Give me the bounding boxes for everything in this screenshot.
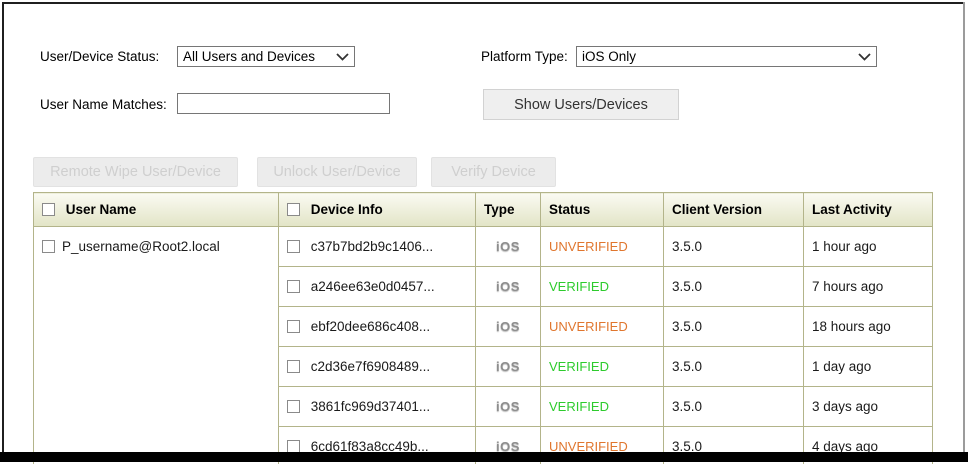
- device-row: P_username@Root2.local c37b7bd2b9c1406..…: [34, 227, 933, 267]
- ios-icon: iOS: [496, 279, 520, 294]
- device-type-cell: iOS: [476, 267, 541, 307]
- device-status-cell: UNVERIFIED: [541, 227, 664, 267]
- user-checkbox[interactable]: [42, 240, 55, 253]
- user-name: P_username@Root2.local: [62, 239, 220, 254]
- column-header-user-name: User Name: [34, 193, 279, 227]
- select-all-devices-checkbox[interactable]: [287, 203, 300, 216]
- device-id: 3861fc969d37401...: [311, 399, 430, 414]
- platform-select-value: iOS Only: [582, 49, 636, 64]
- status-badge: VERIFIED: [549, 359, 609, 374]
- app-window: User/Device Status: All Users and Device…: [0, 0, 968, 464]
- status-filter-label: User/Device Status:: [40, 49, 159, 64]
- device-info-cell: c2d36e7f6908489...: [279, 347, 476, 387]
- status-badge: VERIFIED: [549, 279, 609, 294]
- status-select[interactable]: All Users and Devices: [177, 46, 355, 67]
- device-type-cell: iOS: [476, 227, 541, 267]
- device-checkbox[interactable]: [287, 360, 300, 373]
- verify-device-button[interactable]: Verify Device: [431, 157, 556, 187]
- device-info-cell: c37b7bd2b9c1406...: [279, 227, 476, 267]
- status-badge: UNVERIFIED: [549, 239, 628, 254]
- client-version-cell: 3.5.0: [664, 227, 804, 267]
- ios-icon: iOS: [496, 399, 520, 414]
- device-type-cell: iOS: [476, 347, 541, 387]
- chevron-down-icon: [858, 49, 871, 64]
- window-top-border: [2, 2, 964, 4]
- client-version-cell: 3.5.0: [664, 387, 804, 427]
- device-type-cell: iOS: [476, 387, 541, 427]
- device-info-cell: a246ee63e0d0457...: [279, 267, 476, 307]
- table-header-row: User Name Device Info Type Status Client…: [34, 193, 933, 227]
- status-badge: VERIFIED: [549, 399, 609, 414]
- platform-filter-label: Platform Type:: [481, 49, 568, 64]
- status-select-value: All Users and Devices: [183, 49, 315, 64]
- last-activity-cell: 1 day ago: [804, 347, 933, 387]
- device-checkbox[interactable]: [287, 280, 300, 293]
- device-type-cell: iOS: [476, 307, 541, 347]
- device-status-cell: VERIFIED: [541, 347, 664, 387]
- device-id: ebf20dee686c408...: [311, 319, 430, 334]
- client-version-cell: 3.5.0: [664, 347, 804, 387]
- username-filter-label: User Name Matches:: [40, 97, 167, 112]
- device-info-cell: 3861fc969d37401...: [279, 387, 476, 427]
- window-bottom-border: [0, 452, 968, 462]
- username-input[interactable]: [177, 93, 390, 114]
- device-id: c37b7bd2b9c1406...: [311, 239, 433, 254]
- user-name-cell: P_username@Root2.local: [34, 227, 279, 464]
- column-header-status: Status: [541, 193, 664, 227]
- column-header-device-info: Device Info: [279, 193, 476, 227]
- platform-select[interactable]: iOS Only: [576, 46, 877, 67]
- column-header-type: Type: [476, 193, 541, 227]
- window-right-border: [963, 2, 965, 454]
- chevron-down-icon: [336, 49, 349, 64]
- ios-icon: iOS: [496, 319, 520, 334]
- client-version-cell: 3.5.0: [664, 267, 804, 307]
- device-status-cell: UNVERIFIED: [541, 307, 664, 347]
- select-all-users-checkbox[interactable]: [42, 203, 55, 216]
- device-id: a246ee63e0d0457...: [311, 279, 435, 294]
- users-devices-table: User Name Device Info Type Status Client…: [33, 192, 933, 464]
- ios-icon: iOS: [496, 359, 520, 374]
- ios-icon: iOS: [496, 239, 520, 254]
- last-activity-cell: 7 hours ago: [804, 267, 933, 307]
- device-checkbox[interactable]: [287, 400, 300, 413]
- last-activity-cell: 1 hour ago: [804, 227, 933, 267]
- device-checkbox[interactable]: [287, 320, 300, 333]
- show-users-devices-button[interactable]: Show Users/Devices: [483, 89, 679, 120]
- last-activity-cell: 3 days ago: [804, 387, 933, 427]
- column-header-client-version: Client Version: [664, 193, 804, 227]
- device-checkbox[interactable]: [287, 240, 300, 253]
- device-status-cell: VERIFIED: [541, 267, 664, 307]
- window-left-border: [2, 2, 4, 454]
- column-header-last-activity: Last Activity: [804, 193, 933, 227]
- device-id: c2d36e7f6908489...: [311, 359, 430, 374]
- device-info-cell: ebf20dee686c408...: [279, 307, 476, 347]
- device-status-cell: VERIFIED: [541, 387, 664, 427]
- last-activity-cell: 18 hours ago: [804, 307, 933, 347]
- status-badge: UNVERIFIED: [549, 319, 628, 334]
- client-version-cell: 3.5.0: [664, 307, 804, 347]
- remote-wipe-button[interactable]: Remote Wipe User/Device: [33, 157, 238, 187]
- unlock-button[interactable]: Unlock User/Device: [257, 157, 417, 187]
